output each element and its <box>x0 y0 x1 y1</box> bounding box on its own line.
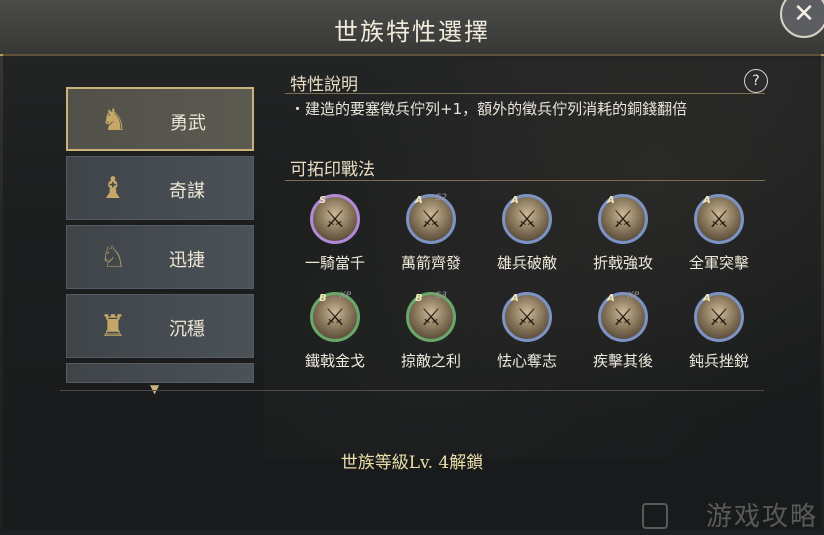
watermark-text: 游戏攻略 <box>705 502 818 532</box>
cavalry-icon: ♘ <box>99 239 127 275</box>
skill-item[interactable]: ⚔ B XP 鐵戟金戈 <box>290 291 380 371</box>
skill-grade: S <box>319 195 327 206</box>
skill-portrait-icon: ⚔ S <box>310 194 360 244</box>
close-icon: ✕ <box>793 0 815 29</box>
watermark-logo <box>642 503 668 529</box>
divider <box>285 93 765 94</box>
help-icon: ? <box>752 73 760 89</box>
scroll-down-icon[interactable]: ▼ <box>150 382 164 396</box>
skill-name: 鈍兵挫銳 <box>688 352 749 370</box>
trait-item-steady[interactable]: ♜ 沉穩 <box>66 294 254 358</box>
skill-name: 掠敵之利 <box>400 352 461 370</box>
skill-item[interactable]: ⚔ S 一騎當千 <box>290 194 380 273</box>
trait-item-swift[interactable]: ♘ 迅捷 <box>66 225 254 289</box>
trait-label: 勇武 <box>170 113 206 134</box>
skill-grade: A <box>607 195 615 206</box>
trait-label: 奇謀 <box>169 181 205 202</box>
skill-grade: A <box>703 195 711 206</box>
skill-tag: S3 <box>435 291 447 301</box>
skill-portrait-icon: ⚔ A S2 <box>406 193 456 244</box>
skill-grade: B <box>415 293 423 304</box>
skill-name: 怯心奪志 <box>496 352 557 370</box>
skills-heading: 可拓印戰法 <box>290 160 375 180</box>
skill-item[interactable]: ⚔ A XP 疾擊其後 <box>578 291 668 371</box>
skill-tag: XP <box>339 291 351 301</box>
skill-item[interactable]: ⚔ A 怯心奪志 <box>482 292 572 371</box>
strategist-icon: ♝ <box>99 170 127 206</box>
skill-portrait-icon: ⚔ A <box>694 194 744 244</box>
skill-item[interactable]: ⚔ A 折戟強攻 <box>578 194 668 273</box>
skill-item[interactable]: ⚔ B S3 掠敵之利 <box>386 291 476 371</box>
skill-portrait-icon: ⚔ A <box>502 194 552 244</box>
skill-grade: A <box>511 195 519 206</box>
skill-tag: S2 <box>435 193 447 203</box>
skill-grade: A <box>511 293 519 304</box>
skill-portrait-icon: ⚔ B S3 <box>406 291 456 342</box>
skill-portrait-icon: ⚔ A <box>694 292 744 342</box>
skill-portrait-icon: ⚔ A <box>502 292 552 342</box>
description-text: ・建造的要塞徵兵佇列+1，額外的徵兵佇列消耗的銅錢翻倍 <box>290 100 688 118</box>
page-title: 世族特性選擇 <box>334 18 490 46</box>
skill-item[interactable]: ⚔ A 鈍兵挫銳 <box>674 292 764 371</box>
warrior-icon: ♞ <box>100 102 128 138</box>
skill-name: 全軍突擊 <box>688 254 749 272</box>
skill-name: 一騎當千 <box>304 254 365 272</box>
divider <box>60 390 764 391</box>
skill-item[interactable]: ⚔ A S2 萬箭齊發 <box>386 193 476 273</box>
guard-icon: ♜ <box>99 308 127 344</box>
trait-item-strategy[interactable]: ♝ 奇謀 <box>66 156 254 220</box>
help-button[interactable]: ? <box>744 69 768 93</box>
trait-label: 迅捷 <box>169 250 205 271</box>
skill-item[interactable]: ⚔ A 雄兵破敵 <box>482 194 572 273</box>
skill-portrait-icon: ⚔ A <box>598 194 648 244</box>
skill-grade: A <box>703 293 711 304</box>
skill-item[interactable]: ⚔ A 全軍突擊 <box>674 194 764 273</box>
skill-grade: A <box>607 293 615 304</box>
trait-label: 沉穩 <box>169 319 205 340</box>
trait-item-brave[interactable]: ♞ 勇武 <box>66 87 254 151</box>
skill-portrait-icon: ⚔ A XP <box>598 291 648 342</box>
divider <box>285 180 765 181</box>
skill-name: 鐵戟金戈 <box>304 352 365 370</box>
skill-grade: A <box>415 195 423 206</box>
description-heading: 特性說明 <box>290 75 358 95</box>
title-bar: 世族特性選擇 <box>0 0 824 56</box>
skill-name: 疾擊其後 <box>592 352 653 370</box>
skill-name: 雄兵破敵 <box>496 254 557 272</box>
unlock-requirement: 世族等級Lv. 4解鎖 <box>340 453 484 473</box>
skill-portrait-icon: ⚔ B XP <box>310 291 360 342</box>
skill-name: 萬箭齊發 <box>400 254 461 272</box>
trait-item-partial[interactable] <box>66 363 254 383</box>
trait-sidebar: ♞ 勇武 ♝ 奇謀 ♘ 迅捷 ♜ 沉穩 <box>66 87 256 388</box>
skill-tag: XP <box>627 291 639 301</box>
skill-name: 折戟強攻 <box>592 254 653 272</box>
skill-grade: B <box>319 293 327 304</box>
